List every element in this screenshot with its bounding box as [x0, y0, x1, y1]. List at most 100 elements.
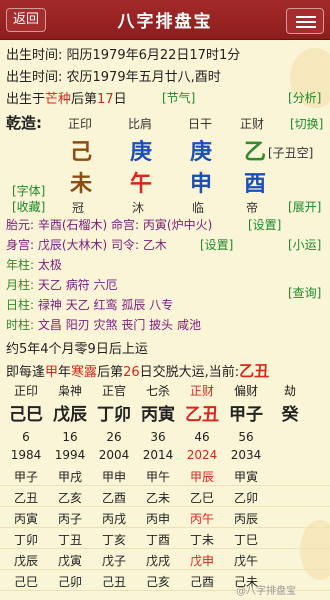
qiyun: 约5年4个月零9日后上运: [6, 342, 148, 357]
dayun-god: 七杀: [145, 384, 170, 398]
dayun-god: 正财: [189, 384, 214, 398]
dayun-ganzhi: 乙丑: [185, 405, 219, 425]
dayun-age: 36: [150, 430, 166, 444]
stem: 庚: [130, 140, 153, 165]
liunian-cell: 丁丑: [57, 533, 82, 547]
jieqi-button[interactable]: [节气]: [162, 89, 195, 106]
dayun-ganzhi: 戊辰: [53, 405, 87, 425]
liunian-cell: 丙寅: [13, 512, 38, 526]
app-header: 返回 八字排盘宝: [0, 0, 330, 40]
liunian-cell: 丙子: [57, 512, 82, 526]
collect-button[interactable]: [收藏]: [12, 198, 45, 215]
dayun-ganzhi: 甲子: [229, 405, 263, 425]
dayun-year: 1984: [10, 448, 42, 462]
liunian-cell: 己亥: [145, 575, 170, 589]
liunian-cell: 乙未: [145, 491, 170, 505]
liunian-cell: 己酉: [189, 575, 214, 589]
liunian-cell: 丙戌: [101, 512, 126, 526]
liunian-cell: 乙巳: [189, 491, 214, 505]
dayun-age: 56: [238, 430, 254, 444]
dayun-god: 劫: [283, 384, 296, 398]
dayun-year: 1994: [54, 448, 86, 462]
liunian-cell: 丙辰: [233, 512, 258, 526]
dayun-ganzhi: 丁卯: [97, 405, 131, 425]
menu-button[interactable]: [286, 8, 324, 34]
liunian-cell: 己卯: [57, 575, 82, 589]
liunian-cell: 丙申: [145, 512, 170, 526]
branch: 午: [130, 172, 153, 197]
branch: 酉: [244, 172, 267, 197]
dayun-age: 6: [22, 430, 30, 444]
stem: 己: [70, 140, 93, 165]
back-button[interactable]: 返回: [6, 8, 46, 32]
stage: 沐: [132, 201, 145, 215]
dayun-god: 枭神: [57, 384, 82, 398]
shengong: 身宫: 戊辰(大林木) 司令: 乙木: [6, 238, 167, 252]
liunian-cell: 甲戌: [57, 470, 82, 484]
stem: 庚: [190, 140, 213, 165]
liunian-cell: 戊辰: [13, 554, 38, 568]
solar-time: 出生时间: 阳历1979年6月22日17时1分: [6, 48, 241, 63]
dayun-god: 偏财: [233, 384, 258, 398]
pillar-header: 比肩: [128, 117, 153, 131]
dayun-ganzhi: 丙寅: [141, 405, 175, 425]
dayun-year: 2024: [186, 448, 218, 462]
liunian-cell: 戊申: [189, 554, 214, 568]
pillar-header: 正财: [240, 117, 265, 131]
dayun-age: 16: [62, 430, 78, 444]
setting-button[interactable]: [设置]: [200, 236, 233, 253]
setting-button[interactable]: [设置]: [248, 216, 281, 233]
pillar-header: 日干: [188, 117, 213, 131]
rizhu-row: 日柱: 禄神 天乙 红鸾 孤辰 八专: [6, 298, 174, 312]
row-divider: [0, 485, 330, 486]
chart-label: 乾造:: [6, 114, 42, 132]
analysis-button[interactable]: [分析]: [288, 89, 321, 106]
jiaoyun-line: 即每逢甲年寒露后第26日交脱大运,当前:乙丑: [6, 362, 270, 380]
liunian-cell: 戊戌: [145, 554, 170, 568]
liunian-cell: 乙酉: [101, 491, 126, 505]
stage: 帝: [246, 201, 259, 215]
nianzhu-row: 年柱: 太极: [6, 258, 62, 272]
jieqi-name: 芒种: [45, 92, 72, 107]
dayun-ganzhi: 己巳: [9, 405, 43, 425]
branch: 申: [190, 172, 213, 197]
expand-button[interactable]: [展开]: [288, 198, 321, 215]
font-button[interactable]: [字体]: [12, 182, 45, 199]
liunian-cell: 戊午: [233, 554, 258, 568]
row-divider: [0, 527, 330, 528]
pillar-header: 正印: [68, 117, 93, 131]
row-divider: [0, 569, 330, 570]
watermark: @八字排盘宝: [236, 586, 296, 597]
dayun-ganzhi: 癸: [281, 405, 299, 425]
dragon-decoration: [300, 520, 330, 580]
liunian-cell: 戊子: [101, 554, 126, 568]
stem: 乙: [244, 140, 267, 165]
yuezhu-row: 月柱: 天乙 病符 六厄: [6, 278, 118, 292]
liunian-cell: 甲申: [101, 470, 126, 484]
switch-button[interactable]: [切换]: [290, 115, 323, 132]
liunian-cell: 甲寅: [233, 470, 258, 484]
dayun-year: 2014: [142, 448, 174, 462]
liunian-cell: 戊寅: [57, 554, 82, 568]
dayun-god: 正印: [13, 384, 38, 398]
liunian-cell: 甲子: [13, 470, 38, 484]
jieqi-day: 17: [97, 92, 114, 107]
dayun-year: 2004: [98, 448, 130, 462]
liunian-cell: 甲午: [145, 470, 170, 484]
stage: 临: [192, 201, 205, 215]
kongwang: [子丑空]: [268, 146, 314, 160]
dayun-year: 2034: [230, 448, 262, 462]
liunian-cell: 己巳: [13, 575, 38, 589]
jieqi-line: 出生于芒种后第17日: [6, 92, 127, 107]
row-divider: [0, 506, 330, 507]
lunar-time: 出生时间: 农历1979年五月廿八,酉时: [6, 70, 221, 85]
taiyuan: 胎元: 辛酉(石榴木) 命宫: 丙寅(炉中火): [6, 218, 213, 232]
branch: 未: [70, 172, 93, 197]
liunian-cell: 丙午: [189, 512, 214, 526]
liunian-cell: 乙亥: [57, 491, 82, 505]
app-title: 八字排盘宝: [117, 12, 213, 32]
liunian-cell: 丁未: [189, 533, 214, 547]
query-button[interactable]: [查询]: [288, 284, 321, 301]
xiaoyun-button[interactable]: [小运]: [288, 236, 321, 253]
liunian-cell: 乙卯: [233, 491, 258, 505]
